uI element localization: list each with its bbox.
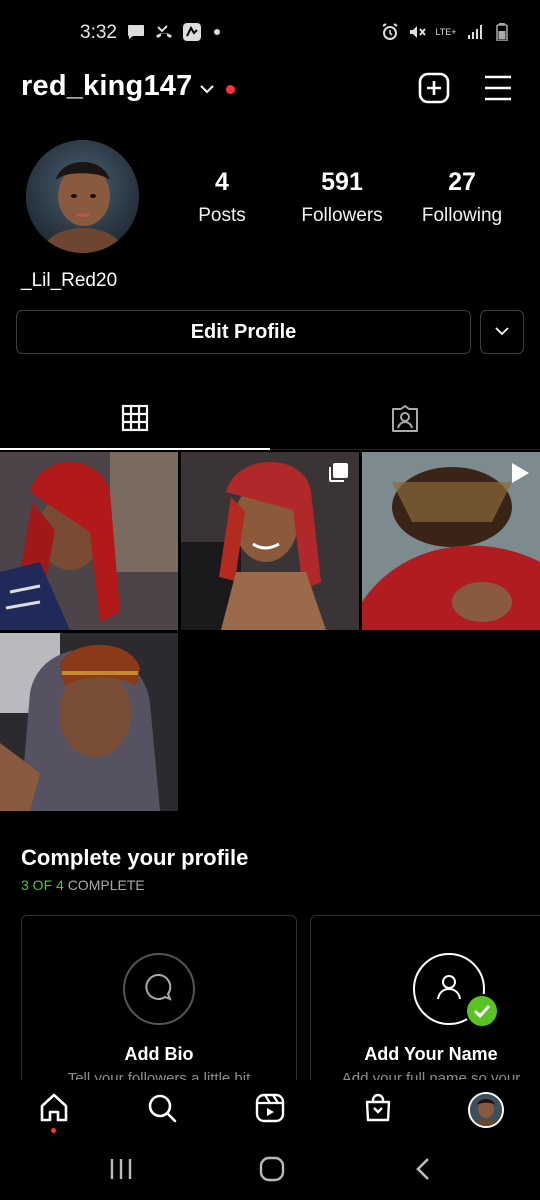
chevron-down-icon <box>495 323 509 341</box>
profile-avatar <box>468 1092 504 1128</box>
add-name-card[interactable]: Add Your Name Add your full name so your <box>310 915 540 1090</box>
status-time: 3:32 <box>80 22 117 43</box>
back-button[interactable] <box>408 1156 438 1186</box>
profile-avatar[interactable] <box>26 140 139 253</box>
chevron-down-icon[interactable] <box>200 81 214 99</box>
followers-stat[interactable]: 591 Followers <box>282 168 402 227</box>
status-right-icons: LTE+ <box>380 22 512 42</box>
post-thumbnail[interactable] <box>0 452 178 630</box>
posts-label: Posts <box>198 205 246 226</box>
nav-profile[interactable] <box>466 1090 506 1130</box>
reels-icon <box>254 1092 286 1129</box>
following-count: 27 <box>448 168 476 196</box>
app-notification-icon <box>182 22 202 42</box>
back-icon <box>415 1157 431 1186</box>
display-name: _Lil_Red20 <box>21 270 118 291</box>
edit-profile-button[interactable]: Edit Profile <box>16 310 471 354</box>
suggested-accounts-button[interactable] <box>480 310 524 354</box>
missed-call-icon <box>154 22 174 42</box>
notification-dot <box>226 85 235 94</box>
progress-count: 3 OF 4 <box>21 877 64 893</box>
nav-reels[interactable] <box>250 1090 290 1130</box>
alarm-icon <box>380 22 400 42</box>
bottom-nav <box>0 1080 540 1140</box>
nav-home[interactable] <box>34 1090 74 1130</box>
tagged-icon <box>390 404 420 439</box>
nav-search[interactable] <box>142 1090 182 1130</box>
following-label: Following <box>421 205 503 226</box>
add-bio-card[interactable]: Add Bio Tell your followers a little bit <box>21 915 297 1090</box>
status-bar: 3:32 LTE+ <box>0 0 540 66</box>
menu-button[interactable] <box>483 74 513 102</box>
complete-profile-progress: 3 OF 4 COMPLETE <box>21 877 145 893</box>
shop-icon <box>362 1092 394 1129</box>
tab-grid[interactable] <box>0 392 270 450</box>
post-thumbnail[interactable] <box>362 452 540 630</box>
home-circle-icon <box>259 1156 285 1187</box>
home-active-dot <box>51 1128 56 1133</box>
following-stat[interactable]: 27 Following <box>402 168 522 227</box>
signal-icon <box>465 22 485 42</box>
new-post-button[interactable] <box>418 72 450 104</box>
play-icon <box>510 462 530 489</box>
complete-profile-title: Complete your profile <box>21 845 249 870</box>
mute-icon <box>407 22 427 42</box>
grid-icon <box>121 404 149 437</box>
progress-label: COMPLETE <box>67 877 145 893</box>
message-icon <box>126 22 146 42</box>
checkmark-icon <box>465 994 499 1033</box>
posts-stat[interactable]: 4 Posts <box>162 168 282 227</box>
recent-apps-icon <box>109 1158 133 1185</box>
post-thumbnail[interactable] <box>181 452 359 630</box>
followers-count: 591 <box>321 168 363 196</box>
recent-apps-button[interactable] <box>106 1156 136 1186</box>
profile-tabs <box>0 392 540 450</box>
system-nav-bar <box>0 1140 540 1200</box>
user-icon <box>433 971 465 1008</box>
lte-icon: LTE+ <box>435 26 457 37</box>
add-name-title: Add Your Name <box>364 1044 498 1064</box>
home-icon <box>38 1092 70 1129</box>
carousel-icon <box>327 462 349 489</box>
followers-label: Followers <box>301 205 383 226</box>
username[interactable]: red_king147 <box>21 70 192 103</box>
battery-icon <box>492 22 512 42</box>
post-thumbnail[interactable] <box>0 633 178 811</box>
profile-header: red_king147 <box>0 66 540 112</box>
nav-shop[interactable] <box>358 1090 398 1130</box>
add-bio-title: Add Bio <box>124 1044 194 1064</box>
home-button[interactable] <box>257 1156 287 1186</box>
tab-tagged[interactable] <box>270 392 540 450</box>
search-icon <box>146 1092 178 1129</box>
bio-icon-circle <box>123 953 195 1025</box>
notification-dot <box>214 29 220 35</box>
status-left-icons <box>126 22 220 42</box>
speech-bubble-icon <box>144 972 174 1007</box>
posts-count: 4 <box>215 168 229 196</box>
